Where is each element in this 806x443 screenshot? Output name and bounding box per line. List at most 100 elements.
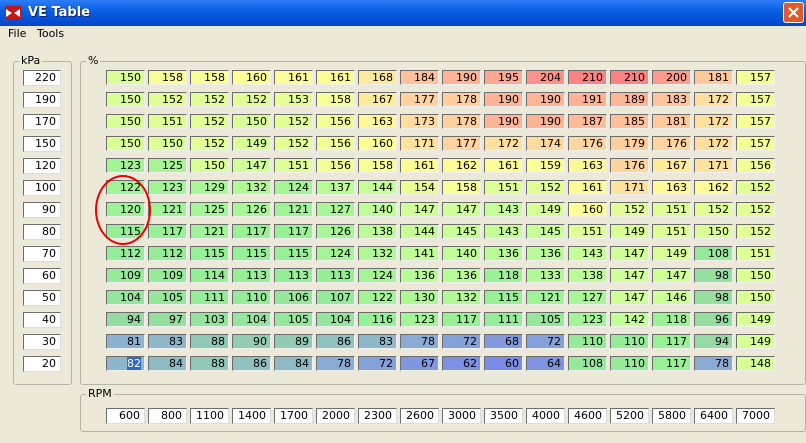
ve-cell[interactable]: 124 <box>316 246 355 261</box>
ve-cell[interactable]: 151 <box>652 224 691 239</box>
ve-cell[interactable]: 152 <box>190 92 229 107</box>
menu-tools[interactable]: Tools <box>37 27 64 40</box>
ve-cell[interactable]: 110 <box>610 356 649 371</box>
ve-cell[interactable]: 150 <box>106 114 145 129</box>
ve-cell[interactable]: 114 <box>190 268 229 283</box>
ve-cell[interactable]: 185 <box>610 114 649 129</box>
ve-cell[interactable]: 190 <box>484 114 523 129</box>
ve-cell[interactable]: 163 <box>358 114 397 129</box>
ve-cell[interactable]: 130 <box>400 290 439 305</box>
rpm-cell[interactable]: 4000 <box>526 408 565 424</box>
ve-cell[interactable]: 152 <box>610 202 649 217</box>
ve-cell[interactable]: 109 <box>148 268 187 283</box>
ve-cell[interactable]: 110 <box>610 334 649 349</box>
ve-cell[interactable]: 150 <box>190 158 229 173</box>
ve-cell[interactable]: 121 <box>526 290 565 305</box>
ve-cell[interactable]: 191 <box>568 92 607 107</box>
ve-cell[interactable]: 190 <box>526 92 565 107</box>
rpm-cell[interactable]: 7000 <box>736 408 775 424</box>
ve-cell[interactable]: 154 <box>400 180 439 195</box>
kpa-cell[interactable]: 40 <box>23 312 61 328</box>
ve-cell[interactable]: 171 <box>694 158 733 173</box>
close-button[interactable] <box>783 2 804 23</box>
ve-cell[interactable]: 149 <box>232 136 271 151</box>
ve-cell[interactable]: 103 <box>190 312 229 327</box>
ve-cell[interactable]: 172 <box>694 92 733 107</box>
ve-cell[interactable]: 88 <box>190 334 229 349</box>
ve-cell[interactable]: 160 <box>358 136 397 151</box>
ve-cell[interactable]: 161 <box>400 158 439 173</box>
ve-cell[interactable]: 118 <box>652 312 691 327</box>
ve-cell[interactable]: 178 <box>442 92 481 107</box>
ve-cell[interactable]: 181 <box>694 70 733 85</box>
ve-cell[interactable]: 158 <box>316 92 355 107</box>
ve-cell[interactable]: 152 <box>736 224 775 239</box>
ve-cell[interactable]: 115 <box>484 290 523 305</box>
ve-cell[interactable]: 158 <box>148 70 187 85</box>
ve-cell[interactable]: 150 <box>694 224 733 239</box>
ve-cell[interactable]: 181 <box>652 114 691 129</box>
ve-cell[interactable]: 204 <box>526 70 565 85</box>
rpm-cell[interactable]: 600 <box>106 408 145 424</box>
ve-cell[interactable]: 112 <box>106 246 145 261</box>
ve-cell[interactable]: 168 <box>358 70 397 85</box>
ve-cell[interactable]: 152 <box>148 92 187 107</box>
ve-cell[interactable]: 141 <box>400 246 439 261</box>
ve-cell[interactable]: 145 <box>526 224 565 239</box>
ve-cell[interactable]: 118 <box>484 268 523 283</box>
ve-cell[interactable]: 161 <box>316 70 355 85</box>
ve-cell[interactable]: 177 <box>400 92 439 107</box>
ve-cell[interactable]: 62 <box>442 356 481 371</box>
ve-cell[interactable]: 161 <box>484 158 523 173</box>
ve-cell[interactable]: 137 <box>316 180 355 195</box>
ve-cell[interactable]: 149 <box>736 312 775 327</box>
ve-cell[interactable]: 64 <box>526 356 565 371</box>
rpm-cell[interactable]: 800 <box>148 408 187 424</box>
ve-cell[interactable]: 190 <box>484 92 523 107</box>
kpa-cell[interactable]: 120 <box>23 158 61 174</box>
ve-cell[interactable]: 152 <box>736 202 775 217</box>
kpa-cell[interactable]: 80 <box>23 224 61 240</box>
ve-cell[interactable]: 121 <box>148 202 187 217</box>
ve-cell[interactable]: 126 <box>316 224 355 239</box>
ve-cell[interactable]: 156 <box>316 136 355 151</box>
ve-cell[interactable]: 152 <box>736 180 775 195</box>
ve-cell[interactable]: 89 <box>274 334 313 349</box>
ve-cell[interactable]: 156 <box>736 158 775 173</box>
ve-cell[interactable]: 110 <box>232 290 271 305</box>
ve-cell[interactable]: 151 <box>274 158 313 173</box>
ve-cell[interactable]: 117 <box>148 224 187 239</box>
ve-cell[interactable]: 160 <box>232 70 271 85</box>
ve-cell[interactable]: 90 <box>232 334 271 349</box>
ve-cell[interactable]: 147 <box>232 158 271 173</box>
ve-cell[interactable]: 132 <box>442 290 481 305</box>
ve-cell[interactable]: 86 <box>232 356 271 371</box>
ve-cell[interactable]: 176 <box>568 136 607 151</box>
ve-cell[interactable]: 108 <box>568 356 607 371</box>
ve-cell[interactable]: 161 <box>274 70 313 85</box>
ve-cell[interactable]: 136 <box>442 268 481 283</box>
ve-cell[interactable]: 152 <box>694 202 733 217</box>
ve-cell[interactable]: 179 <box>610 136 649 151</box>
ve-cell[interactable]: 133 <box>526 268 565 283</box>
ve-cell[interactable]: 111 <box>190 290 229 305</box>
ve-cell[interactable]: 82 <box>106 356 145 371</box>
ve-cell[interactable]: 152 <box>190 136 229 151</box>
ve-cell[interactable]: 113 <box>316 268 355 283</box>
ve-cell[interactable]: 140 <box>358 202 397 217</box>
ve-cell[interactable]: 157 <box>736 92 775 107</box>
ve-cell[interactable]: 160 <box>568 202 607 217</box>
ve-cell[interactable]: 117 <box>232 224 271 239</box>
ve-cell[interactable]: 106 <box>274 290 313 305</box>
ve-cell[interactable]: 152 <box>526 180 565 195</box>
ve-cell[interactable]: 136 <box>526 246 565 261</box>
ve-cell[interactable]: 105 <box>526 312 565 327</box>
ve-cell[interactable]: 190 <box>526 114 565 129</box>
ve-cell[interactable]: 149 <box>736 334 775 349</box>
ve-cell[interactable]: 123 <box>106 158 145 173</box>
ve-cell[interactable]: 127 <box>316 202 355 217</box>
ve-cell[interactable]: 149 <box>652 246 691 261</box>
ve-cell[interactable]: 96 <box>694 312 733 327</box>
ve-cell[interactable]: 138 <box>358 224 397 239</box>
ve-cell[interactable]: 171 <box>400 136 439 151</box>
